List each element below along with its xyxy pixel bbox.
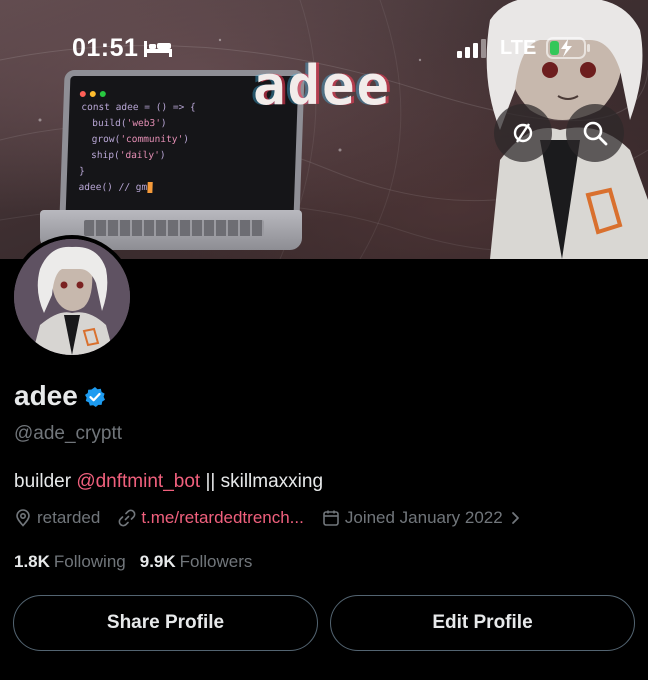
display-name: adee <box>14 380 78 411</box>
location-text: retarded <box>37 508 101 527</box>
link-icon <box>118 509 136 527</box>
network-type: LTE <box>500 37 537 59</box>
bed-icon <box>144 41 172 57</box>
search-icon <box>583 121 608 146</box>
text-cursor <box>146 182 153 193</box>
status-bar: 01:51 LTE <box>0 0 648 90</box>
laptop-keyboard <box>84 220 264 236</box>
profile-bio: builder @dnftmint_bot || skillmaxxing <box>14 471 323 493</box>
profile-avatar[interactable] <box>10 235 134 359</box>
website-item[interactable]: t.me/retardedtrench... <box>118 508 304 528</box>
following-stat[interactable]: 1.8K Following <box>14 552 126 572</box>
joined-item[interactable]: Joined January 2022 <box>322 508 528 528</box>
location-pin-icon <box>16 509 30 527</box>
followers-stat[interactable]: 9.9K Followers <box>140 552 253 572</box>
verified-badge-icon[interactable] <box>84 386 106 408</box>
status-time: 01:51 <box>72 34 139 62</box>
edit-profile-button[interactable]: Edit Profile <box>330 595 635 651</box>
calendar-icon <box>323 510 339 526</box>
website-link[interactable]: t.me/retardedtrench... <box>141 508 304 528</box>
location-item: retarded <box>14 508 100 528</box>
followers-label: Followers <box>179 552 253 571</box>
battery-charging-icon <box>546 37 590 59</box>
profile-name-row: adee <box>14 380 106 412</box>
avatar-image <box>14 239 130 355</box>
profile-banner[interactable]: const adee = () => { build('web3') grow(… <box>0 0 648 259</box>
share-profile-button[interactable]: Share Profile <box>13 595 318 651</box>
search-button[interactable] <box>566 104 624 162</box>
code-snippet: const adee = () => { build('web3') grow(… <box>78 102 196 193</box>
signal-icon <box>457 39 486 58</box>
bio-prefix: builder <box>14 471 77 492</box>
profile-meta-row: retarded t.me/retardedtrench... Joined J… <box>14 508 528 528</box>
following-count: 1.8K <box>14 552 50 571</box>
bio-suffix: || skillmaxxing <box>200 471 324 492</box>
sync-icon <box>513 123 533 143</box>
following-label: Following <box>53 552 126 571</box>
profile-stats: 1.8K Following 9.9K Followers <box>14 552 266 572</box>
avatar-character-illustration <box>14 239 130 355</box>
bio-mention-link[interactable]: @dnftmint_bot <box>76 471 200 492</box>
chevron-right-icon <box>511 512 519 524</box>
profile-handle: @ade_cryptt <box>14 423 123 444</box>
followers-count: 9.9K <box>139 552 176 571</box>
joined-text: Joined January 2022 <box>344 508 503 527</box>
sync-button[interactable] <box>494 104 552 162</box>
